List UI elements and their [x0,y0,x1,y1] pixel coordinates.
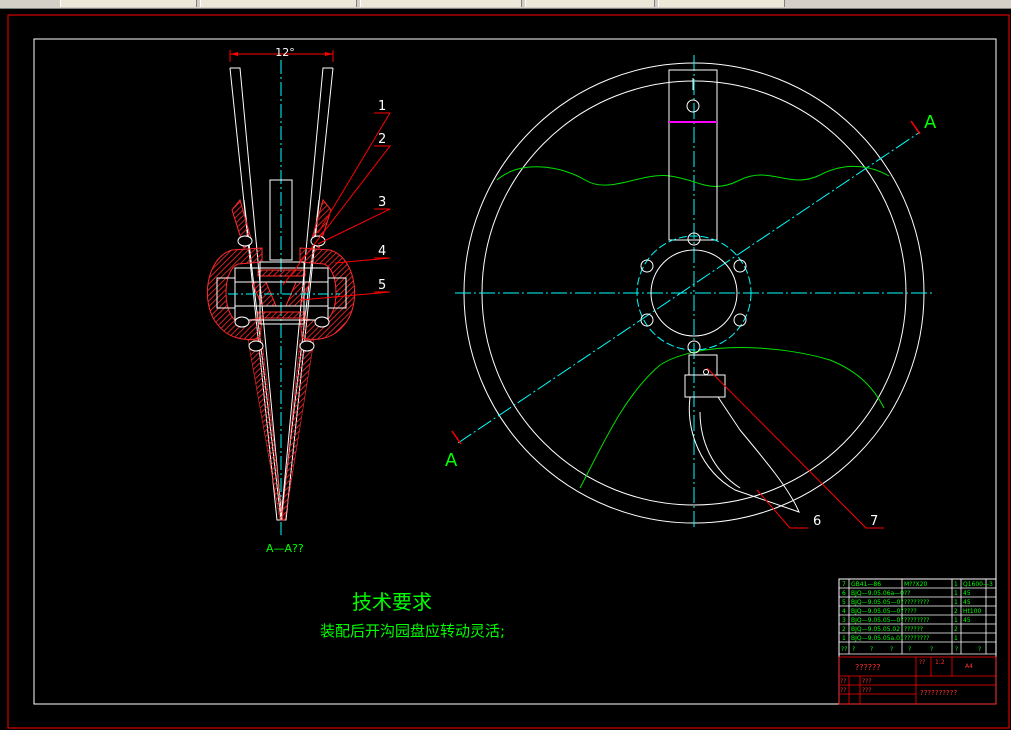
bom-cell-mat: Ht100 [963,608,981,615]
section-mark-top: A [924,112,937,133]
angle-dimension: 12° [229,46,334,62]
bom-cell-code: BJQ—9.05.06a—0?? [851,590,910,597]
bom-cell-qty: 1 [954,635,958,642]
bom-header-cell: ? [955,646,958,653]
bom-cell-name: M??X20 [904,581,927,588]
bom-cell-code: BJQ—9.05.05—0? [851,617,904,624]
designer-name: ??? [862,678,872,685]
scale-value: 1:2 [935,659,945,666]
section-mark-bottom: A [445,450,458,471]
bom-cell-qty: 1 [954,599,958,606]
checker-name: ??? [862,687,872,694]
bom-cell-name: ???? [904,608,917,615]
toolbar-tab[interactable] [525,0,655,7]
bom-cell-mat: Q1600—3 [963,581,993,588]
toolbar-tab[interactable] [60,0,197,7]
section-view-a-a: 12° 1 2 3 4 5 A—A?? [206,46,392,555]
arm-bolt-hole [686,99,700,113]
bom-cell-name: ???????? [904,599,929,606]
bom-header-cell: ? [930,646,933,653]
bom-cell-code: GB41—86 [851,581,881,588]
bom-cell-no: 5 [842,599,846,606]
bom-cell-no: 2 [842,626,846,633]
bom-cell-no: 7 [842,581,846,588]
size-label: A4 [965,663,973,670]
scale-label: ?? [919,659,925,666]
bom-cell-code: BJQ—9.05.05—0? [851,599,904,606]
bom-header-cell: ? [852,646,855,653]
bom-cell-no: 6 [842,590,846,597]
bom-cell-qty: 2 [954,608,958,615]
company-name: ?????????? [920,689,957,697]
title-block: 7 GB41—86 M??X20 1 Q1600—3 6 BJQ—9.05.06a—0?? 1… [838,578,997,705]
callout-6: 6 [813,514,821,529]
mounting-arm [668,69,718,241]
bom-header-cell: ? [870,646,873,653]
scraper [684,354,800,513]
bom-cell-name: ???????? [904,635,929,642]
bom-header-cell: ? [978,646,981,653]
bom-cell-no: 1 [842,635,846,642]
toolbar-tab[interactable] [200,0,357,7]
bom-cell-code: BJQ—9.05.05a.01 [851,635,904,642]
bom-cell-mat: 45 [963,617,971,624]
bom-cell-qty: 1 [954,581,958,588]
tech-requirements-note: 装配后开沟园盘应转动灵活; [320,622,505,640]
bom-cell-qty: 1 [954,590,958,597]
checker-label: ?? [840,687,846,694]
bom-cell-no: 3 [842,617,846,624]
bom-cell-name: ?????? [904,626,923,633]
callout-3: 3 [378,195,386,210]
designer-label: ?? [840,678,846,685]
bom-header-cell: ?? [841,646,847,653]
callout-5: 5 [378,278,386,293]
front-view: A A 6 7 [445,55,937,530]
section-line-a-a [457,131,921,444]
bom-cell-qty: 2 [954,626,958,633]
tech-requirements-title: 技术要求 [352,590,432,614]
bom-cell-name: ???????? [904,617,929,624]
bom-cell-no: 4 [842,608,846,615]
section-view-label: A—A?? [266,542,304,555]
callout-4: 4 [378,244,386,259]
bom-cell-mat: 45 [963,590,971,597]
bom-header-cell: ? [890,646,893,653]
bom-header-cell: ? [908,646,911,653]
angle-dimension-text: 12° [275,46,295,59]
bom-cell-qty: 1 [954,617,958,624]
toolbar-tab[interactable] [658,0,785,7]
bom-cell-code: BJQ—9.05.05.02 [851,626,900,633]
soil-surface-line [496,165,890,188]
callout-7: 7 [870,514,878,529]
callout-2: 2 [378,132,386,147]
bom-cell-mat: 45 [963,599,971,606]
cad-drawing-canvas[interactable]: 12° 1 2 3 4 5 A—A?? A A 6 7 技术要求 装配后开沟园盘… [0,9,1011,730]
toolbar-tab[interactable] [360,0,522,7]
callout-1: 1 [378,99,386,114]
bom-cell-code: BJQ—9.05.05—0? [851,608,904,615]
drawing-title: ?????? [855,663,880,672]
window-toolbar [0,0,1011,9]
